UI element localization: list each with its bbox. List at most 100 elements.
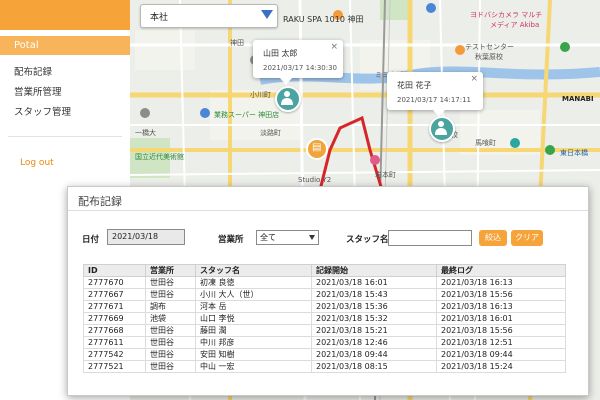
cell-id: 2777668 [83, 324, 146, 337]
office-select[interactable]: 本社 [140, 4, 278, 28]
column-header-start[interactable]: 記録開始 [311, 264, 437, 277]
divider [8, 136, 122, 137]
map-label: 淡路町 [260, 129, 281, 137]
map-label: 岩本町 [375, 171, 396, 179]
date-label: 日付 [82, 235, 100, 245]
office-filter-select[interactable]: 全て [256, 230, 319, 245]
table-row[interactable]: 2777611 世田谷 中川 邦彦 2021/03/18 12:46 2021/… [83, 336, 566, 349]
office-filter-value: 全て [260, 233, 276, 242]
cell-last-log: 2021/03/18 12:51 [436, 336, 566, 349]
cell-last-log: 2021/03/18 16:01 [436, 312, 566, 325]
cell-staff: 中山 一宏 [195, 360, 312, 373]
cell-last-log: 2021/03/18 16:13 [436, 300, 566, 313]
popup-timestamp: 2021/03/17 14:30:30 [263, 64, 338, 72]
poi-marker[interactable] [140, 108, 150, 118]
cell-last-log: 2021/03/18 09:44 [436, 348, 566, 361]
cell-staff: 中川 邦彦 [195, 336, 312, 349]
column-header-staff[interactable]: スタッフ名 [195, 264, 312, 277]
sidebar-item-office-management[interactable]: 営業所管理 [14, 84, 62, 98]
sidebar-item-distribution-records[interactable]: 配布記録 [14, 64, 52, 78]
building-icon[interactable]: ▤ [306, 138, 328, 160]
popup-tail [280, 78, 292, 85]
logout-link[interactable]: Log out [20, 158, 54, 168]
cell-start: 2021/03/18 15:36 [311, 300, 437, 313]
staff-location-pin[interactable] [275, 86, 301, 112]
map-label: 一橋大 [135, 129, 156, 137]
cell-start: 2021/03/18 09:44 [311, 348, 437, 361]
map-label: Studio Y2 [298, 176, 332, 184]
cell-last-log: 2021/03/18 15:56 [436, 288, 566, 301]
sidebar-item-staff-management[interactable]: スタッフ管理 [14, 104, 71, 118]
table-row[interactable]: 2777667 世田谷 小川 大人（世） 2021/03/18 15:43 20… [83, 288, 566, 301]
map-label: メディア Akiba [490, 21, 540, 29]
cell-last-log: 2021/03/18 15:56 [436, 324, 566, 337]
popup-staff-name: 花田 花子 [397, 81, 432, 90]
table-header-row: ID 営業所 スタッフ名 記録開始 最終ログ [83, 264, 566, 277]
column-header-last-log[interactable]: 最終ログ [436, 264, 566, 277]
cell-start: 2021/03/18 15:32 [311, 312, 437, 325]
sidebar-item-label: Potal [14, 40, 39, 51]
cell-office: 調布 [145, 300, 196, 313]
poi-marker[interactable] [560, 42, 570, 52]
cell-start: 2021/03/18 16:01 [311, 276, 437, 289]
map-label: 東日本橋 [560, 149, 588, 157]
column-header-office[interactable]: 営業所 [145, 264, 196, 277]
cell-start: 2021/03/18 08:15 [311, 360, 437, 373]
cell-staff: 安田 知樹 [195, 348, 312, 361]
cell-office: 世田谷 [145, 288, 196, 301]
poi-marker[interactable] [455, 45, 465, 55]
cell-id: 2777669 [83, 312, 146, 325]
column-header-id[interactable]: ID [83, 264, 146, 277]
cell-staff: 山口 李悦 [195, 312, 312, 325]
close-icon[interactable]: × [330, 42, 338, 52]
close-icon[interactable]: × [470, 74, 478, 84]
cell-id: 2777611 [83, 336, 146, 349]
date-field[interactable]: 2021/03/18 [107, 229, 185, 245]
cell-office: 世田谷 [145, 276, 196, 289]
dialog-title: 配布記録 [78, 195, 122, 208]
popup-staff-name: 山田 太郎 [263, 49, 298, 58]
clear-button[interactable]: クリア [511, 230, 543, 246]
sidebar-header-bar [0, 0, 130, 30]
cell-office: 世田谷 [145, 348, 196, 361]
cell-staff: 河本 岳 [195, 300, 312, 313]
staff-name-input[interactable] [388, 230, 472, 246]
map-label: 業務スーパー 神田店 [214, 111, 280, 119]
cell-id: 2777542 [83, 348, 146, 361]
cell-start: 2021/03/18 15:43 [311, 288, 437, 301]
cell-office: 世田谷 [145, 324, 196, 337]
poi-marker[interactable] [370, 155, 380, 165]
map-label: 馬喰町 [475, 139, 496, 147]
cell-start: 2021/03/18 12:46 [311, 336, 437, 349]
office-label: 営業所 [218, 235, 244, 245]
cell-staff: 小川 大人（世） [195, 288, 312, 301]
map-label: 国立近代美術館 [135, 153, 184, 161]
table-row[interactable]: 2777671 調布 河本 岳 2021/03/18 15:36 2021/03… [83, 300, 566, 313]
poi-marker[interactable] [200, 108, 210, 118]
map-label: MANABI [562, 95, 594, 103]
filter-button[interactable]: 絞込 [479, 230, 507, 246]
table-row[interactable]: 2777668 世田谷 藤田 潤 2021/03/18 15:21 2021/0… [83, 324, 566, 337]
table-row[interactable]: 2777669 池袋 山口 李悦 2021/03/18 15:32 2021/0… [83, 312, 566, 325]
cell-id: 2777667 [83, 288, 146, 301]
poi-marker[interactable] [510, 138, 520, 148]
poi-marker[interactable] [545, 145, 555, 155]
cell-last-log: 2021/03/18 16:13 [436, 276, 566, 289]
table-row[interactable]: 2777670 世田谷 初凍 良徳 2021/03/18 16:01 2021/… [83, 276, 566, 289]
table-row[interactable]: 2777521 世田谷 中山 一宏 2021/03/18 08:15 2021/… [83, 360, 566, 373]
divider [68, 210, 588, 211]
map-label: 神田 [230, 39, 244, 47]
map-label: RAKU SPA 1010 神田 [283, 15, 364, 24]
staff-location-pin[interactable] [429, 116, 455, 142]
sidebar-item-potal[interactable]: Potal [0, 36, 130, 55]
cell-office: 世田谷 [145, 336, 196, 349]
table-row[interactable]: 2777542 世田谷 安田 知樹 2021/03/18 09:44 2021/… [83, 348, 566, 361]
popup-timestamp: 2021/03/17 14:17:11 [397, 96, 472, 104]
records-table: ID 営業所 スタッフ名 記録開始 最終ログ 2777670 世田谷 初凍 良徳… [83, 264, 566, 373]
cell-id: 2777521 [83, 360, 146, 373]
poi-marker[interactable] [426, 3, 436, 13]
distribution-records-dialog: 配布記録 日付 2021/03/18 営業所 全て スタッフ名 絞込 クリア I… [67, 186, 589, 396]
cell-office: 池袋 [145, 312, 196, 325]
map-label: 小川町 [250, 91, 271, 99]
cell-staff: 初凍 良徳 [195, 276, 312, 289]
